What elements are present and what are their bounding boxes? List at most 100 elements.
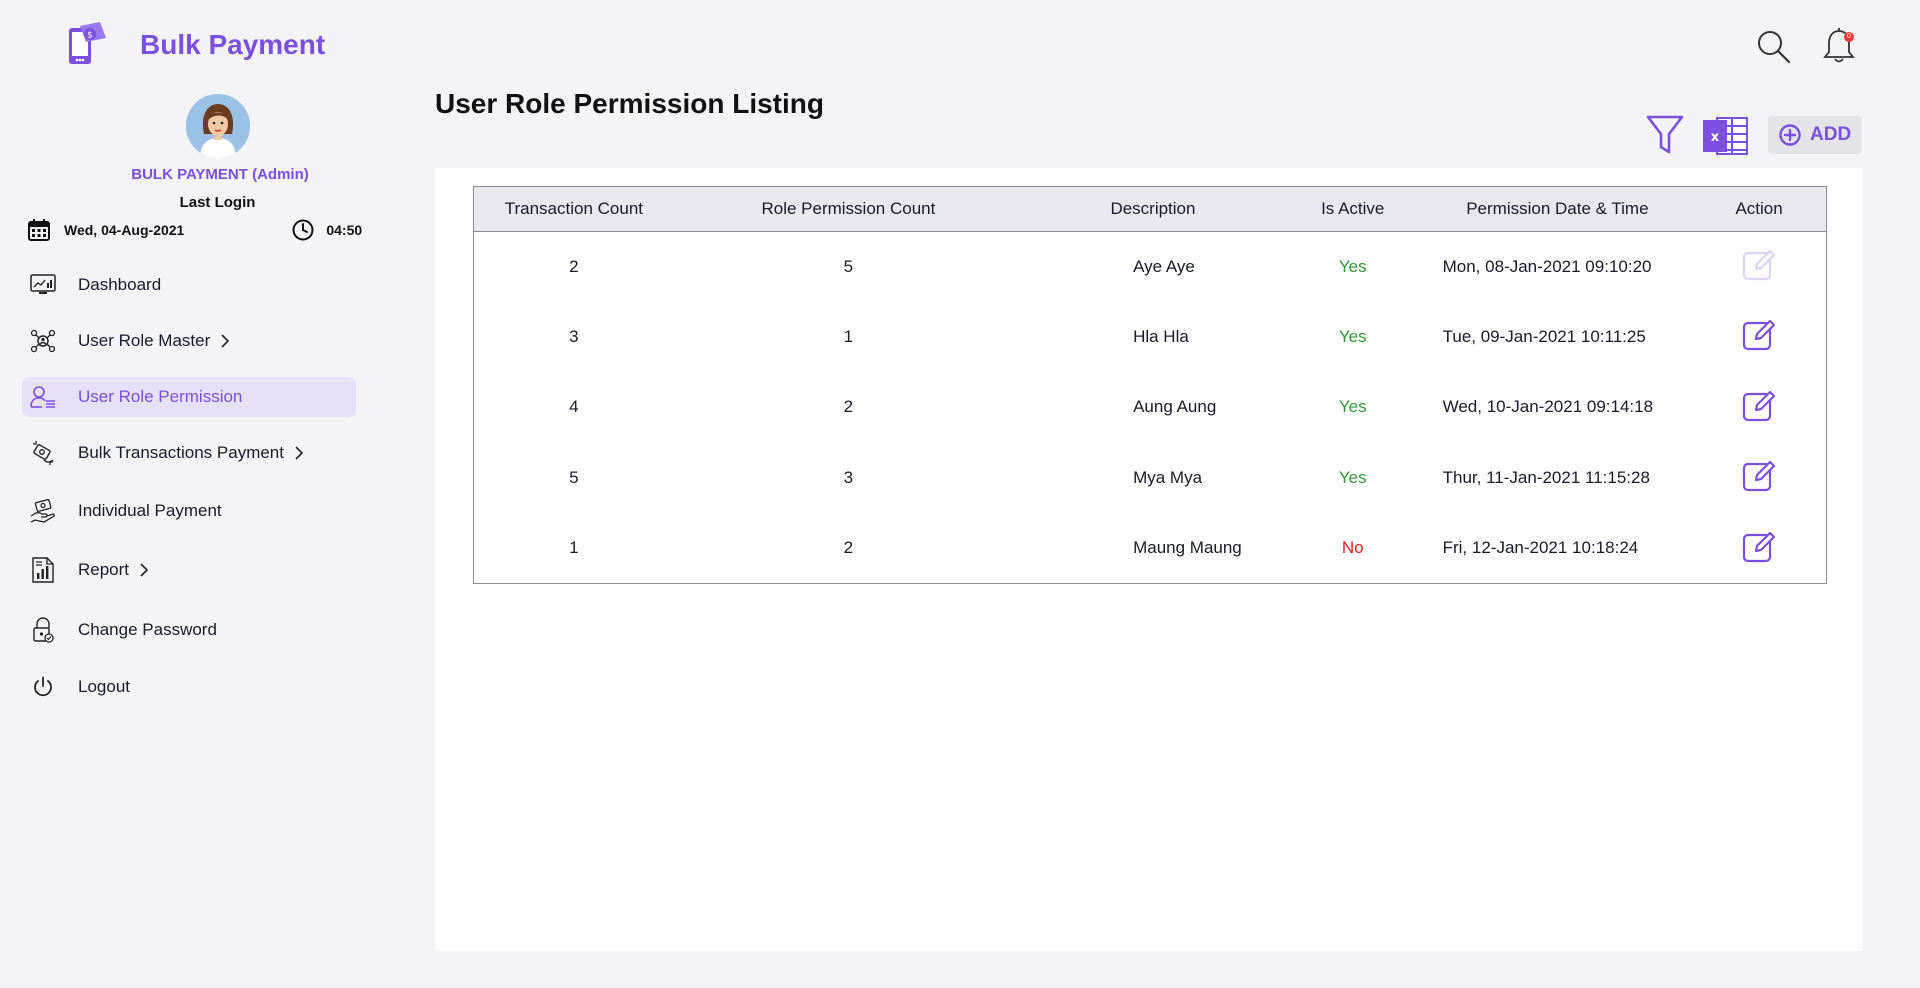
is-active-cell: No bbox=[1341, 538, 1364, 558]
svg-text:$: $ bbox=[87, 31, 93, 41]
permission-table-container: Transaction Count Role Permission Count … bbox=[473, 186, 1827, 584]
change-password-icon bbox=[30, 617, 56, 643]
excel-export-icon[interactable]: x bbox=[1703, 116, 1749, 156]
last-login-time: 04:50 bbox=[326, 222, 363, 238]
permission-date-cell: Fri, 12-Jan-2021 10:18:24 bbox=[1442, 538, 1639, 558]
sidebar-item-label: User Role Master bbox=[78, 331, 211, 350]
role-permission-count-cell: 1 bbox=[843, 326, 854, 346]
clock-icon bbox=[292, 219, 314, 241]
transaction-count-cell: 3 bbox=[569, 326, 579, 346]
edit-icon[interactable] bbox=[1742, 317, 1776, 351]
table-row: 1 2 Maung Maung No Fri, 12-Jan-2021 10:1… bbox=[474, 513, 1826, 584]
avatar[interactable] bbox=[186, 94, 250, 158]
permission-table: Transaction Count Role Permission Count … bbox=[474, 187, 1826, 584]
is-active-cell: Yes bbox=[1338, 326, 1367, 346]
search-icon[interactable] bbox=[1757, 30, 1791, 64]
sidebar: $ Bulk Payment BULK PAYMENT (Admin) Last… bbox=[0, 0, 380, 988]
user-name: BULK PAYMENT (Admin) bbox=[131, 166, 309, 183]
sidebar-item-logout[interactable]: Logout bbox=[22, 667, 356, 707]
transaction-count-cell: 2 bbox=[569, 256, 579, 276]
notification-badge: 0 bbox=[1844, 32, 1854, 42]
description-cell: Maung Maung bbox=[1133, 538, 1242, 558]
action-cell bbox=[1692, 443, 1826, 514]
column-header-role-permission-count[interactable]: Role Permission Count bbox=[674, 187, 1023, 231]
last-login-date: Wed, 04-Aug-2021 bbox=[64, 222, 185, 238]
dashboard-icon bbox=[30, 272, 56, 298]
bulk-transactions-icon bbox=[30, 440, 56, 466]
column-header-action: Action bbox=[1735, 198, 1783, 218]
description-cell: Hla Hla bbox=[1133, 326, 1189, 346]
description-cell: Aye Aye bbox=[1133, 256, 1195, 276]
edit-icon[interactable] bbox=[1742, 458, 1776, 492]
transaction-count-cell: 4 bbox=[569, 397, 579, 417]
power-icon bbox=[30, 674, 56, 700]
column-header-description[interactable]: Description bbox=[1023, 187, 1283, 231]
last-login-info: Wed, 04-Aug-2021 04:50 bbox=[28, 217, 364, 243]
role-permission-count-cell: 5 bbox=[843, 256, 854, 276]
individual-payment-icon bbox=[30, 498, 56, 524]
sidebar-item-user-role-permission[interactable]: User Role Permission bbox=[22, 377, 356, 417]
transaction-count-cell: 1 bbox=[569, 538, 579, 558]
filter-icon[interactable] bbox=[1646, 114, 1684, 156]
sidebar-item-label: Dashboard bbox=[78, 275, 162, 294]
role-permission-count-cell: 3 bbox=[843, 467, 854, 487]
report-icon bbox=[30, 557, 56, 583]
notification-bell[interactable]: 0 bbox=[1822, 28, 1856, 66]
page-title: User Role Permission Listing bbox=[435, 88, 824, 119]
sidebar-item-report[interactable]: Report bbox=[22, 550, 356, 590]
action-cell bbox=[1692, 302, 1826, 373]
description-cell: Aung Aung bbox=[1133, 397, 1217, 417]
brand[interactable]: $ Bulk Payment bbox=[66, 22, 325, 68]
sidebar-item-label: Report bbox=[78, 560, 130, 579]
role-permission-count-cell: 2 bbox=[843, 538, 854, 558]
is-active-cell: Yes bbox=[1338, 256, 1367, 276]
add-button[interactable]: ADD bbox=[1768, 116, 1862, 154]
action-cell bbox=[1692, 513, 1826, 584]
sidebar-item-dashboard[interactable]: Dashboard bbox=[22, 265, 356, 305]
is-active-cell: Yes bbox=[1338, 397, 1367, 417]
action-cell bbox=[1692, 231, 1826, 302]
sidebar-item-label: Logout bbox=[78, 677, 130, 696]
table-row: 3 1 Hla Hla Yes Tue, 09-Jan-2021 10:11:2… bbox=[474, 302, 1826, 373]
wallet-phone-logo-icon: $ bbox=[69, 22, 106, 64]
column-header-transaction-count[interactable]: Transaction Count bbox=[474, 187, 674, 231]
permission-date-cell: Wed, 10-Jan-2021 09:14:18 bbox=[1442, 397, 1654, 417]
add-button-label: ADD bbox=[1810, 124, 1852, 145]
sidebar-item-label: Individual Payment bbox=[78, 501, 222, 520]
sidebar-item-bulk-transactions-payment[interactable]: Bulk Transactions Payment bbox=[22, 433, 356, 473]
table-row: 2 5 Aye Aye Yes Mon, 08-Jan-2021 09:10:2… bbox=[474, 231, 1826, 302]
sidebar-item-label: Change Password bbox=[78, 620, 217, 639]
edit-icon[interactable] bbox=[1742, 247, 1776, 281]
calendar-icon bbox=[28, 219, 50, 241]
column-header-permission-date-time[interactable]: Permission Date & Time bbox=[1423, 187, 1693, 231]
chevron-right-icon bbox=[140, 563, 149, 577]
edit-icon[interactable] bbox=[1742, 529, 1776, 563]
role-permission-count-cell: 2 bbox=[843, 397, 854, 417]
permission-date-cell: Tue, 09-Jan-2021 10:11:25 bbox=[1442, 326, 1646, 346]
last-login-label: Last Login bbox=[179, 194, 256, 211]
transaction-count-cell: 5 bbox=[569, 467, 579, 487]
chevron-right-icon bbox=[295, 446, 304, 460]
action-cell bbox=[1692, 372, 1826, 443]
column-header-is-active[interactable]: Is Active bbox=[1283, 187, 1423, 231]
table-header-row: Transaction Count Role Permission Count … bbox=[474, 187, 1826, 231]
sidebar-item-user-role-master[interactable]: User Role Master bbox=[22, 321, 356, 361]
permission-date-cell: Thur, 11-Jan-2021 11:15:28 bbox=[1442, 467, 1650, 487]
table-row: 5 3 Mya Mya Yes Thur, 11-Jan-2021 11:15:… bbox=[474, 443, 1826, 514]
user-role-master-icon bbox=[30, 328, 56, 354]
permission-date-cell: Mon, 08-Jan-2021 09:10:20 bbox=[1442, 256, 1652, 276]
svg-text:x: x bbox=[1711, 130, 1720, 145]
sidebar-item-label: Bulk Transactions Payment bbox=[78, 443, 284, 462]
add-circle-icon bbox=[1779, 124, 1801, 146]
sidebar-item-individual-payment[interactable]: Individual Payment bbox=[22, 491, 356, 531]
is-active-cell: Yes bbox=[1338, 467, 1367, 487]
chevron-right-icon bbox=[221, 334, 230, 348]
description-cell: Mya Mya bbox=[1133, 467, 1203, 487]
user-permission-icon bbox=[30, 384, 56, 410]
app-title: Bulk Payment bbox=[140, 29, 326, 60]
user-avatar-icon bbox=[186, 94, 250, 158]
sidebar-item-label: User Role Permission bbox=[78, 387, 243, 406]
edit-icon[interactable] bbox=[1742, 388, 1776, 422]
sidebar-item-change-password[interactable]: Change Password bbox=[22, 610, 356, 650]
content-card: Transaction Count Role Permission Count … bbox=[435, 168, 1863, 951]
